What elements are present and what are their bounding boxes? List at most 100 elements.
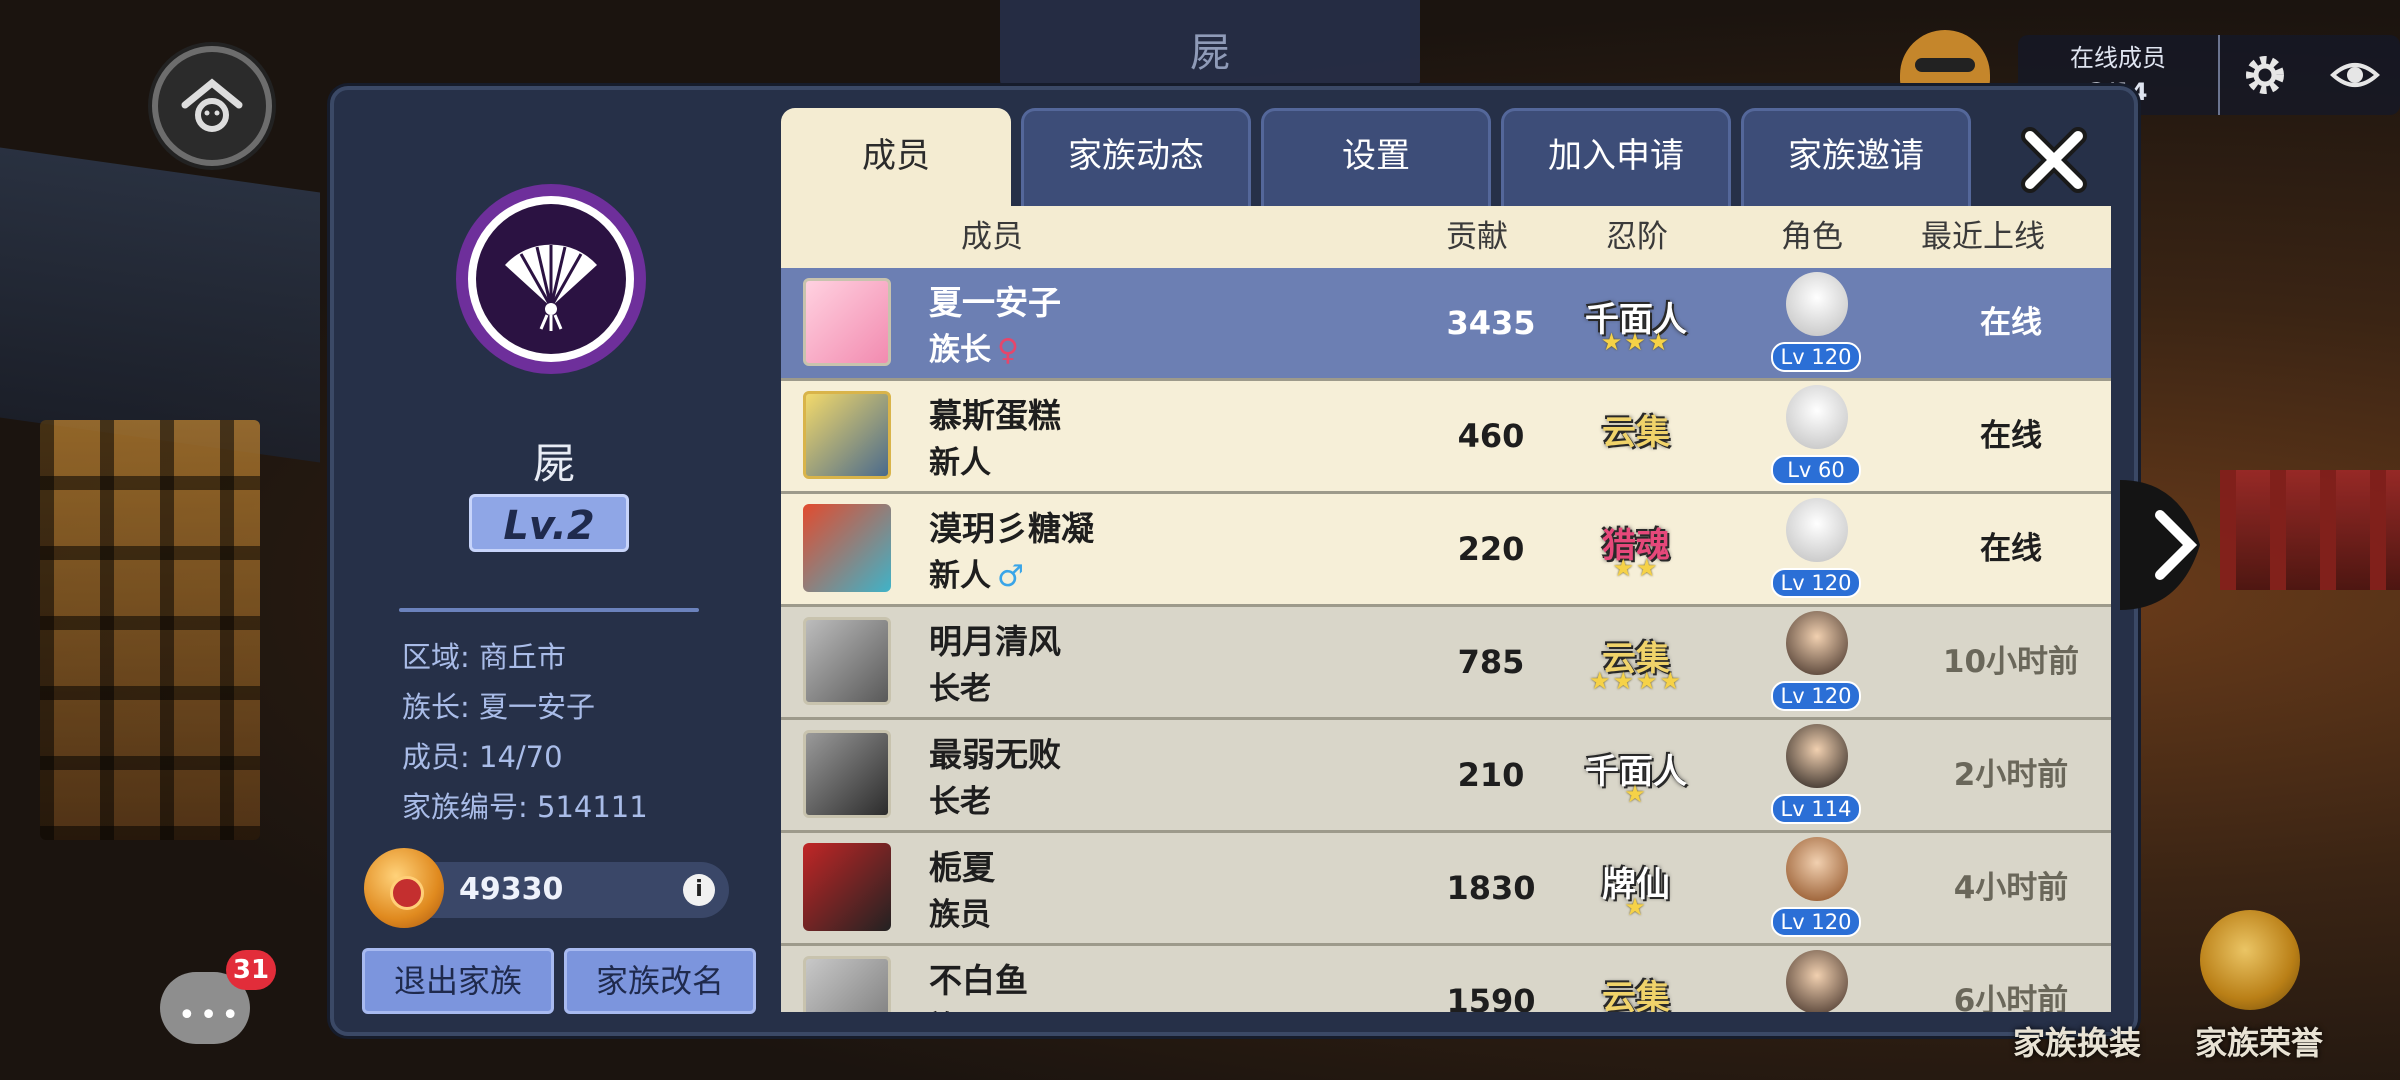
chat-unread-badge: 31 bbox=[226, 950, 276, 990]
male-icon: ♂ bbox=[997, 559, 1024, 594]
rank-badge: 千面人 ★★★ bbox=[1585, 300, 1687, 356]
member-role: 长老 bbox=[929, 671, 991, 707]
member-name: 慕斯蛋糕 bbox=[929, 396, 1061, 435]
header-last-online: 最近上线 bbox=[1921, 219, 2045, 255]
tab-members[interactable]: 成员 bbox=[781, 108, 1011, 208]
view-toggle-button[interactable] bbox=[2310, 35, 2400, 115]
member-role: 新人 bbox=[929, 445, 991, 481]
family-panel: 屍 Lv.2 区域: 商丘市 族长: 夏一安子 成员: 14/70 家族编号: … bbox=[330, 86, 2138, 1036]
chat-icon: ••• bbox=[178, 998, 244, 1033]
character-level: Lv 120 bbox=[1771, 907, 1861, 937]
member-avatar bbox=[803, 617, 891, 705]
background-title-banner: 屍 bbox=[1000, 0, 1420, 90]
eye-icon bbox=[2330, 63, 2380, 87]
info-icon[interactable]: i bbox=[683, 874, 715, 906]
family-info-column: 屍 Lv.2 区域: 商丘市 族长: 夏一安子 成员: 14/70 家族编号: … bbox=[334, 90, 784, 1032]
tab-family-invites[interactable]: 家族邀请 bbox=[1741, 108, 1971, 208]
member-avatar bbox=[803, 730, 891, 818]
family-leader: 族长: 夏一安子 bbox=[402, 690, 595, 724]
background-railing bbox=[2220, 470, 2400, 590]
member-contribution: 785 bbox=[1457, 643, 1525, 681]
rank-badge: 云集 ★★★★ bbox=[1588, 639, 1684, 695]
online-members-label: 在线成员 bbox=[2070, 44, 2166, 72]
header-character: 角色 bbox=[1781, 219, 1843, 255]
family-region: 区域: 商丘市 bbox=[402, 640, 566, 674]
member-last-online: 在线 bbox=[1980, 418, 2042, 454]
trophy-icon[interactable] bbox=[2200, 910, 2300, 1010]
table-row[interactable]: 漠玥彡糖凝 新人 ♂ 220 猎魂 ★★ Lv 120 在线 bbox=[781, 494, 2111, 607]
rank-badge: 云集 bbox=[1602, 978, 1670, 1012]
family-info-list: 区域: 商丘市 族长: 夏一安子 成员: 14/70 家族编号: 514111 bbox=[402, 632, 648, 832]
family-honor-button[interactable]: 家族荣誉 bbox=[2195, 1018, 2323, 1064]
fan-icon bbox=[505, 244, 597, 331]
member-role: 族员 bbox=[929, 1002, 991, 1012]
home-icon bbox=[181, 78, 243, 132]
family-level-badge: Lv.2 bbox=[469, 494, 629, 552]
member-contribution: 220 bbox=[1457, 530, 1525, 568]
table-row[interactable]: 明月清风 长老 785 云集 ★★★★ Lv 120 10小时前 bbox=[781, 607, 2111, 720]
member-contribution: 1830 bbox=[1446, 869, 1536, 907]
rename-family-button[interactable]: 家族改名 bbox=[564, 948, 756, 1014]
rank-badge: 千面人 ★ bbox=[1585, 752, 1687, 808]
member-avatar bbox=[803, 504, 891, 592]
member-contribution: 460 bbox=[1457, 417, 1525, 455]
tab-join-requests[interactable]: 加入申请 bbox=[1501, 108, 1731, 208]
female-icon: ♀ bbox=[997, 333, 1019, 368]
rank-badge: 云集 bbox=[1602, 413, 1670, 453]
table-row[interactable]: 最弱无败 长老 210 千面人 ★ Lv 114 2小时前 bbox=[781, 720, 2111, 833]
family-funds-value: 49330 bbox=[459, 872, 564, 907]
header-member: 成员 bbox=[961, 219, 1023, 255]
member-name: 最弱无败 bbox=[929, 735, 1061, 774]
member-last-online: 在线 bbox=[1980, 531, 2042, 567]
rank-badge: 牌仙 ★ bbox=[1602, 865, 1670, 921]
settings-button[interactable] bbox=[2218, 35, 2310, 115]
family-name: 屍 bbox=[532, 439, 575, 488]
member-last-online: 在线 bbox=[1980, 305, 2042, 341]
background-window bbox=[40, 420, 260, 840]
divider bbox=[399, 608, 699, 612]
member-last-online: 6小时前 bbox=[1953, 983, 2069, 1012]
member-role: 族长 ♀ bbox=[929, 332, 1019, 368]
home-button[interactable] bbox=[152, 46, 272, 166]
member-avatar bbox=[803, 956, 891, 1012]
table-row[interactable]: 夏一安子 族长 ♀ 3435 千面人 ★★★ Lv 120 在线 bbox=[781, 268, 2111, 381]
table-row[interactable]: 不白鱼 族员 1590 云集 6小时前 bbox=[781, 946, 2111, 1012]
table-header: 成员 贡献 忍阶 角色 最近上线 bbox=[781, 206, 2111, 268]
family-member-count: 成员: 14/70 bbox=[402, 740, 563, 774]
member-avatar bbox=[803, 391, 891, 479]
character-portrait: Lv 120 bbox=[1771, 837, 1861, 937]
member-role: 族员 bbox=[929, 897, 991, 933]
table-row[interactable]: 慕斯蛋糕 新人 460 云集 Lv 60 在线 bbox=[781, 381, 2111, 494]
member-name: 夏一安子 bbox=[929, 283, 1061, 322]
character-level: Lv 120 bbox=[1771, 568, 1861, 598]
tab-family-activity[interactable]: 家族动态 bbox=[1021, 108, 1251, 208]
family-emblem bbox=[456, 184, 646, 374]
character-portrait: Lv 120 bbox=[1771, 611, 1861, 711]
member-last-online: 2小时前 bbox=[1953, 757, 2069, 793]
family-outfit-button[interactable]: 家族换装 bbox=[2013, 1018, 2141, 1064]
tab-settings[interactable]: 设置 bbox=[1261, 108, 1491, 208]
member-contribution: 1590 bbox=[1446, 982, 1536, 1012]
table-row[interactable]: 栀夏 族员 1830 牌仙 ★ Lv 120 4小时前 bbox=[781, 833, 2111, 946]
member-last-online: 4小时前 bbox=[1953, 870, 2069, 906]
member-name: 漠玥彡糖凝 bbox=[929, 509, 1094, 548]
gear-icon bbox=[2246, 56, 2284, 94]
close-icon[interactable] bbox=[2014, 120, 2094, 200]
character-portrait: Lv 120 bbox=[1771, 498, 1861, 598]
member-avatar bbox=[803, 278, 891, 366]
member-name: 栀夏 bbox=[929, 848, 995, 887]
background-curtain bbox=[0, 147, 320, 463]
chevron-right-icon[interactable] bbox=[2120, 480, 2220, 610]
family-id: 家族编号: 514111 bbox=[402, 790, 648, 824]
header-rank: 忍阶 bbox=[1606, 219, 1668, 255]
character-portrait: Lv 60 bbox=[1771, 385, 1861, 485]
quit-family-button[interactable]: 退出家族 bbox=[362, 948, 554, 1014]
member-name: 不白鱼 bbox=[929, 961, 1028, 1000]
character-portrait: Lv 114 bbox=[1771, 724, 1861, 824]
character-level: Lv 120 bbox=[1771, 681, 1861, 711]
members-table: 成员 贡献 忍阶 角色 最近上线 夏一安子 族长 ♀ 3435 千面人 ★★★ Lv… bbox=[781, 206, 2111, 1012]
member-name: 明月清风 bbox=[929, 622, 1061, 661]
member-avatar bbox=[803, 843, 891, 931]
rank-badge: 猎魂 ★★ bbox=[1602, 526, 1670, 582]
tab-bar: 成员 家族动态 设置 加入申请 家族邀请 bbox=[781, 108, 1971, 208]
